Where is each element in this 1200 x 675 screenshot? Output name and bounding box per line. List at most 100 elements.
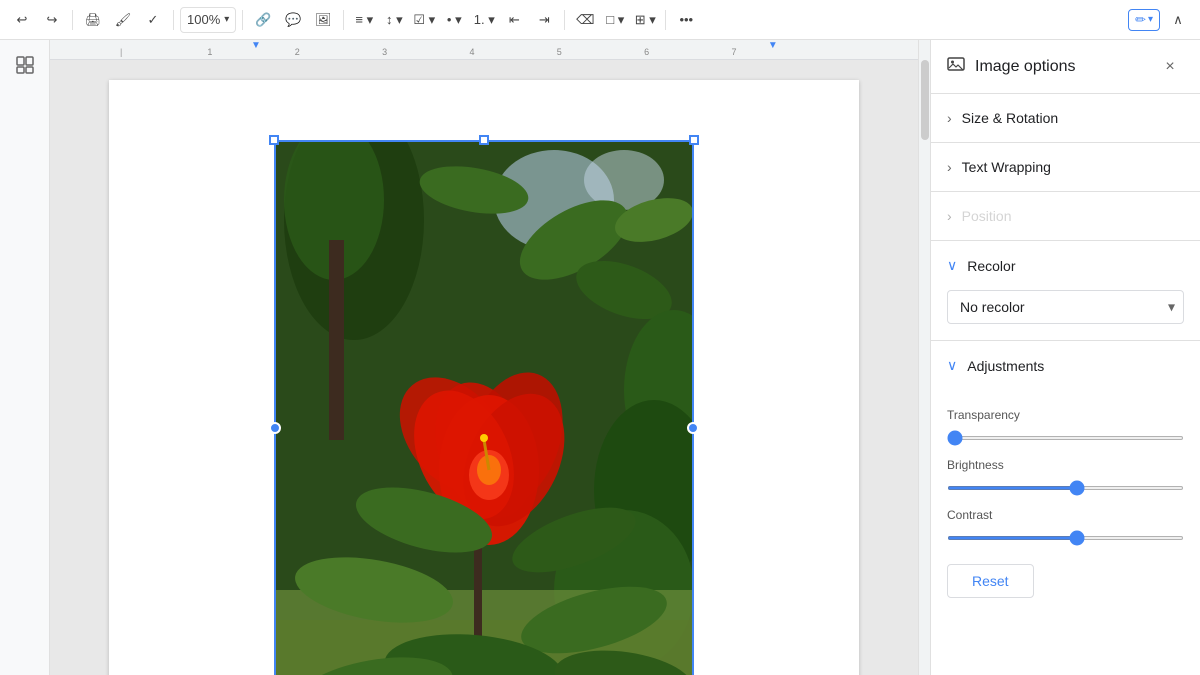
more-button[interactable]: ••• [672,6,700,34]
contrast-slider[interactable] [947,536,1184,540]
recolor-body: No recolor Light 1 Light 2 Dark 1 Dark 2… [931,290,1200,340]
toolbar-separator-6 [665,10,666,30]
recolor-select-wrapper[interactable]: No recolor Light 1 Light 2 Dark 1 Dark 2… [947,290,1184,324]
ruler-3: 3 [382,47,387,57]
indent-more-button[interactable]: ⇥ [530,6,558,34]
toolbar-separator-1 [72,10,73,30]
collapse-toolbar-button[interactable]: ∧ [1164,6,1192,34]
border-button[interactable]: □ ▾ [601,6,629,34]
adjustments-body: Transparency Brightness Contrast Reset [931,390,1200,614]
pen-icon: ✏ [1135,12,1146,28]
line-spacing-button[interactable]: ↕ ▾ [380,6,408,34]
zoom-arrow: ▾ [224,14,229,25]
toolbar: ↩ ↪ 🖨 🖌 ✓ 100% ▾ 🔗 💬 🖼 ≡ ▾ ↕ ▾ ☑ ▾ • ▾ 1… [0,0,1200,40]
section-size-rotation-title: Size & Rotation [962,110,1059,126]
toolbar-align-group: ≡ ▾ ↕ ▾ ☑ ▾ • ▾ 1. ▾ ⇤ ⇥ [350,6,558,34]
ruler-1: 1 [207,47,212,57]
panel-title: Image options [975,58,1156,76]
ruler-5: 5 [557,47,562,57]
ruler-top: | 1 2 3 4 5 6 7 ▼ ▼ [50,40,918,60]
chevron-text-wrapping: › [947,159,952,175]
toolbar-history-group: ↩ ↪ [8,6,66,34]
panel-image-icon [947,55,965,78]
toolbar-separator-4 [343,10,344,30]
print-button[interactable]: 🖨 [79,6,107,34]
resize-handle-ml[interactable] [269,422,281,434]
numbered-list-button[interactable]: 1. ▾ [470,6,498,34]
ruler-marks: | 1 2 3 4 5 6 7 ▼ ▼ [120,40,848,59]
resize-handle-tr[interactable] [689,135,699,145]
section-text-wrapping: › Text Wrapping [931,143,1200,192]
toolbar-separator-2 [173,10,174,30]
section-text-wrapping-header[interactable]: › Text Wrapping [931,143,1200,191]
transparency-label: Transparency [947,408,1184,422]
toolbar-format-group: 🖨 🖌 ✓ [79,6,167,34]
chevron-adjustments: ∨ [947,357,957,374]
resize-handle-mr[interactable] [687,422,699,434]
indent-less-button[interactable]: ⇤ [500,6,528,34]
table-button[interactable]: ⊞ ▾ [631,6,659,34]
paint-format-button[interactable]: 🖌 [109,6,137,34]
spellcheck-button[interactable]: ✓ [139,6,167,34]
brightness-slider-container [947,478,1184,498]
main-area: | 1 2 3 4 5 6 7 ▼ ▼ [0,40,1200,675]
toolbar-separator-3 [242,10,243,30]
section-size-rotation: › Size & Rotation [931,94,1200,143]
ruler-7: 7 [732,47,737,57]
section-adjustments: ∨ Adjustments Transparency Brightness Co… [931,341,1200,614]
section-position-title: Position [962,208,1012,224]
image-selection[interactable] [274,140,694,675]
document-image[interactable] [274,140,694,675]
section-text-wrapping-title: Text Wrapping [962,159,1051,175]
pen-arrow: ▾ [1148,14,1153,25]
scrollbar-thumb[interactable] [921,60,929,140]
chevron-position: › [947,208,952,224]
ruler-tab-marker-2: ▼ [768,40,778,51]
link-button[interactable]: 🔗 [249,6,277,34]
comment-button[interactable]: 💬 [279,6,307,34]
toolbar-style-group: ⌫ □ ▾ ⊞ ▾ [571,6,659,34]
resize-handle-tl[interactable] [269,135,279,145]
ruler-4: 4 [469,47,474,57]
transparency-slider[interactable] [947,436,1184,440]
brightness-label: Brightness [947,458,1184,472]
reset-button[interactable]: Reset [947,564,1034,598]
contrast-label: Contrast [947,508,1184,522]
right-panel: Image options × › Size & Rotation › Text… [930,40,1200,675]
checklist-button[interactable]: ☑ ▾ [410,6,438,34]
section-position: › Position [931,192,1200,241]
panel-header: Image options × [931,40,1200,94]
section-size-rotation-header[interactable]: › Size & Rotation [931,94,1200,142]
align-button[interactable]: ≡ ▾ [350,6,378,34]
clear-format-button[interactable]: ⌫ [571,6,599,34]
section-adjustments-title: Adjustments [967,358,1044,374]
brightness-slider[interactable] [947,486,1184,490]
vertical-scrollbar[interactable] [918,40,930,675]
section-recolor-title: Recolor [967,258,1015,274]
doc-area[interactable]: | 1 2 3 4 5 6 7 ▼ ▼ [50,40,918,675]
chevron-size-rotation: › [947,110,952,126]
section-recolor-header[interactable]: ∨ Recolor [931,241,1200,290]
ruler-2: 2 [295,47,300,57]
section-recolor: ∨ Recolor No recolor Light 1 Light 2 Dar… [931,241,1200,341]
image-button[interactable]: 🖼 [309,6,337,34]
recolor-select[interactable]: No recolor Light 1 Light 2 Dark 1 Dark 2… [948,291,1183,323]
image-wrapper [179,140,789,675]
section-position-header: › Position [931,192,1200,240]
panel-close-button[interactable]: × [1156,53,1184,81]
zoom-control[interactable]: 100% ▾ [180,7,236,33]
zoom-value: 100% [187,12,220,27]
undo-button[interactable]: ↩ [8,6,36,34]
left-sidebar [0,40,50,675]
doc-scroll [50,60,918,675]
ruler-6: 6 [644,47,649,57]
toolbar-insert-group: 🔗 💬 🖼 [249,6,337,34]
resize-handle-tm[interactable] [479,135,489,145]
bullet-list-button[interactable]: • ▾ [440,6,468,34]
page-nav-icon[interactable] [10,50,40,80]
contrast-slider-container [947,528,1184,548]
ruler-tab-marker: ▼ [251,40,261,51]
redo-button[interactable]: ↪ [38,6,66,34]
toolbar-separator-5 [564,10,565,30]
section-adjustments-header[interactable]: ∨ Adjustments [931,341,1200,390]
